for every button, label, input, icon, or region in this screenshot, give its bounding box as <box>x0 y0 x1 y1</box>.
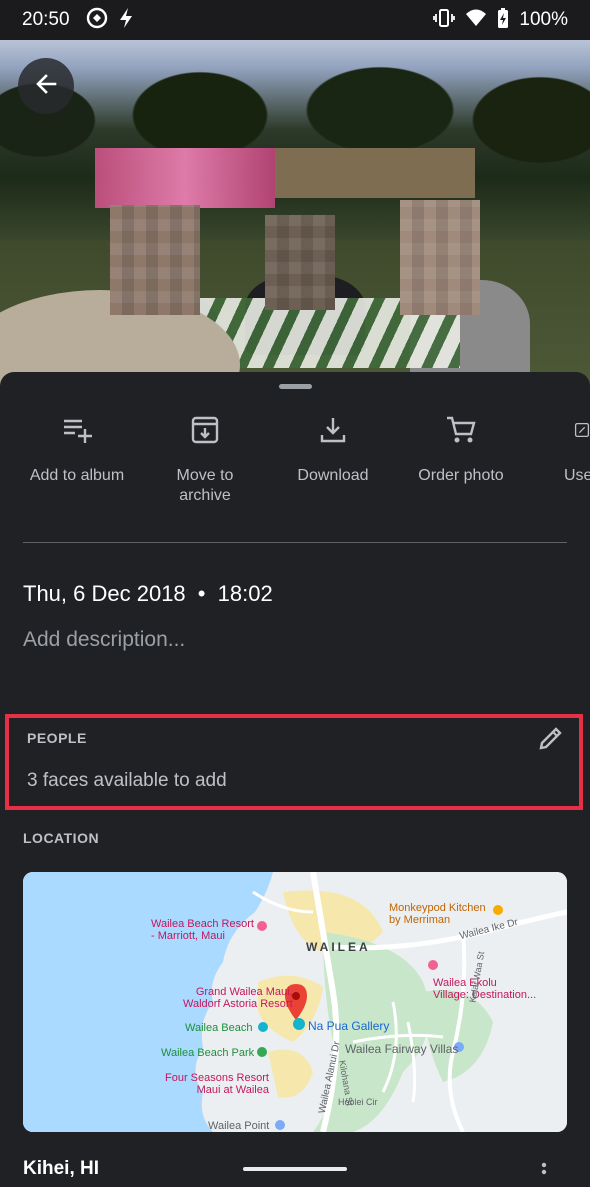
sheet-drag-handle[interactable] <box>279 384 312 389</box>
people-title: PEOPLE <box>27 730 87 746</box>
status-bar: 20:50 100% <box>0 0 590 40</box>
order-photo-button[interactable]: Order photo <box>396 410 526 486</box>
date-separator: • <box>197 581 206 606</box>
playlist-add-icon <box>12 410 142 450</box>
map-label-grand-wailea: Grand Wailea Maui, Waldorf Astoria Resor… <box>183 986 293 1010</box>
cart-icon <box>396 410 526 450</box>
use-as-button[interactable]: Use <box>524 410 590 486</box>
map-label-ekolu: Wailea Ekolu Village: Destination... <box>433 977 537 1001</box>
people-section: PEOPLE 3 faces available to add <box>5 714 583 810</box>
download-button[interactable]: Download <box>268 410 398 486</box>
status-time: 20:50 <box>22 9 70 30</box>
map-label-wailea-beach: Wailea Beach <box>185 1022 253 1034</box>
action-label: Use <box>564 467 590 484</box>
map-label-wailea-point: Wailea Point <box>208 1120 270 1132</box>
back-button[interactable] <box>18 58 74 114</box>
action-label: Move to archive <box>176 467 234 504</box>
location-title: LOCATION <box>23 830 100 846</box>
add-to-album-button[interactable]: Add to album <box>12 410 142 486</box>
faces-available-link[interactable]: 3 faces available to add <box>27 770 227 792</box>
location-map[interactable]: WAILEA Wailea Beach Resort - Marriott, M… <box>23 872 567 1132</box>
action-label: Order photo <box>418 467 504 484</box>
date-time: Thu, 6 Dec 2018 • 18:02 <box>23 581 273 607</box>
photo-wall <box>275 148 475 198</box>
move-to-archive-button[interactable]: Move to archive <box>140 410 270 506</box>
battery-percent: 100% <box>519 9 568 30</box>
action-label: Add to album <box>29 467 125 484</box>
more-vert-icon <box>536 1162 552 1186</box>
photo-date: Thu, 6 Dec 2018 <box>23 581 186 606</box>
more-options-button[interactable] <box>536 1162 552 1182</box>
photo-view[interactable] <box>0 40 590 385</box>
map-label-beach-resort: Wailea Beach Resort - Marriott, Maui <box>151 918 254 942</box>
map-label-fairway: Wailea Fairway Villas <box>345 1042 459 1056</box>
blurred-face <box>400 200 480 315</box>
blurred-face <box>110 205 200 315</box>
map-label-hoolei: Hoolei Cir <box>338 1097 378 1107</box>
gesture-nav-handle[interactable] <box>243 1167 347 1171</box>
action-label: Download <box>297 467 369 484</box>
photo-stage <box>95 148 275 208</box>
map-label-monkeypod: Monkeypod Kitchen by Merriman <box>389 902 486 926</box>
map-label-area: WAILEA <box>306 940 371 954</box>
vibrate-icon <box>433 8 456 33</box>
pencil-icon <box>537 724 565 757</box>
bolt-icon <box>118 7 134 34</box>
arrow-back-icon <box>33 71 59 102</box>
action-row: Add to album Move to archive Download Or… <box>0 410 590 520</box>
map-label-beach-park: Wailea Beach Park <box>161 1047 255 1059</box>
wifi-icon <box>465 8 487 33</box>
archive-icon <box>140 410 270 450</box>
map-label-four-seasons: Four Seasons Resort Maui at Wailea <box>165 1072 269 1096</box>
open-external-icon <box>524 410 590 450</box>
info-sheet: Add to album Move to archive Download Or… <box>0 372 590 1180</box>
edit-people-button[interactable] <box>535 724 567 756</box>
blurred-face <box>265 215 335 310</box>
place-name: Kihei, HI <box>23 1158 100 1179</box>
add-description-input[interactable]: Add description... <box>23 628 185 652</box>
map-label-na-pua: Na Pua Gallery <box>308 1019 390 1033</box>
app-badge-icon <box>86 7 108 34</box>
download-icon <box>268 410 398 450</box>
battery-charging-icon <box>497 7 509 34</box>
photo-time: 18:02 <box>217 581 273 606</box>
divider <box>23 542 567 543</box>
